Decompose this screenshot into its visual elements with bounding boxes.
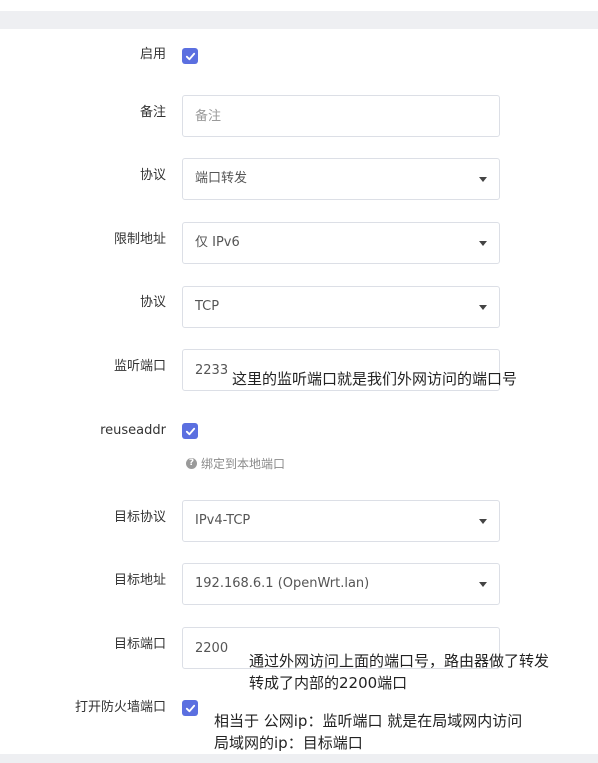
chevron-down-icon <box>479 582 487 587</box>
remark-label: 备注 <box>139 105 166 120</box>
check-icon <box>185 52 195 60</box>
check-icon <box>185 704 195 712</box>
protocol2-label: 协议 <box>139 295 166 310</box>
reuseaddr-hint: ? 绑定到本地端口 <box>186 455 285 472</box>
target-protocol-value: IPv4-TCP <box>195 513 251 528</box>
open-firewall-checkbox[interactable] <box>182 700 198 716</box>
target-protocol-label: 目标协议 <box>113 510 166 525</box>
chevron-down-icon <box>479 241 487 246</box>
target-address-select[interactable]: 192.168.6.1 (OpenWrt.lan) <box>182 563 500 605</box>
reuseaddr-checkbox[interactable] <box>182 423 198 439</box>
target-address-value: 192.168.6.1 (OpenWrt.lan) <box>195 576 370 591</box>
open-firewall-label: 打开防火墙端口 <box>74 700 166 715</box>
listen-port-annotation: 这里的监听端口就是我们外网访问的端口号 <box>232 370 518 388</box>
enable-checkbox[interactable] <box>182 48 198 64</box>
target-port-annotation-2: 转成了内部的2200端口 <box>249 674 408 692</box>
protocol2-value: TCP <box>195 299 220 314</box>
target-protocol-select[interactable]: IPv4-TCP <box>182 500 500 542</box>
listen-port-label: 监听端口 <box>113 359 166 374</box>
firewall-annotation-2: 局域网的ip：目标端口 <box>214 734 363 752</box>
remark-input[interactable] <box>183 96 475 136</box>
bottom-band <box>0 754 598 763</box>
target-address-label: 目标地址 <box>113 573 166 588</box>
remark-field[interactable] <box>182 95 500 137</box>
protocol-select[interactable]: 端口转发 <box>182 158 500 200</box>
protocol-value: 端口转发 <box>195 171 248 186</box>
restrict-address-select[interactable]: 仅 IPv6 <box>182 222 500 264</box>
section-header-band <box>0 11 598 29</box>
enable-label: 启用 <box>139 47 166 62</box>
restrict-address-label: 限制地址 <box>113 232 166 247</box>
check-icon <box>185 427 195 435</box>
question-icon: ? <box>186 458 197 469</box>
protocol2-select[interactable]: TCP <box>182 286 500 328</box>
chevron-down-icon <box>479 305 487 310</box>
firewall-annotation-1: 相当于 公网ip：监听端口 就是在局域网内访问 <box>214 712 523 730</box>
chevron-down-icon <box>479 519 487 524</box>
restrict-address-value: 仅 IPv6 <box>195 235 240 250</box>
chevron-down-icon <box>479 177 487 182</box>
protocol-label: 协议 <box>139 168 166 183</box>
reuseaddr-label: reuseaddr <box>100 423 166 438</box>
reuseaddr-hint-text: 绑定到本地端口 <box>201 457 286 471</box>
top-bar <box>0 0 598 11</box>
target-port-annotation-1: 通过外网访问上面的端口号，路由器做了转发 <box>249 652 550 670</box>
target-port-label: 目标端口 <box>113 637 166 652</box>
